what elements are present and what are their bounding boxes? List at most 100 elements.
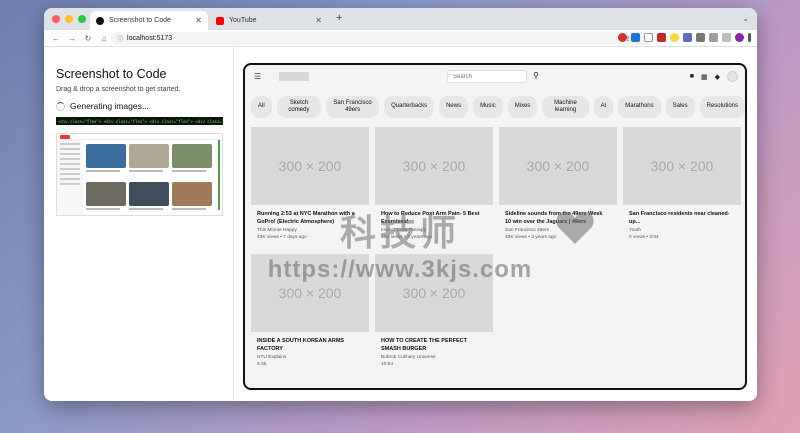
video-thumbnail[interactable]: 300 × 200 <box>251 127 369 205</box>
avatar[interactable] <box>727 71 738 82</box>
back-arrow-icon[interactable]: ← <box>52 34 60 43</box>
browser-toolbar: ← → ↻ ⌂ ⓘ localhost:5173 ⇪☆ <box>44 30 757 47</box>
video-meta: Impact Core Therapy 35K views • 3 years … <box>381 228 493 242</box>
puzzle-icon[interactable] <box>696 33 705 42</box>
video-meta: Bobrob Culinary Universe 10:54 <box>381 355 493 369</box>
video-stats: 0 views • 3:04 <box>629 235 659 241</box>
video-card[interactable]: 300 × 200 Running 2:53 at NYC Marathon w… <box>251 127 369 242</box>
chip-machine-learning[interactable]: Machine learning <box>542 96 589 118</box>
loading-spinner-icon <box>56 101 65 111</box>
watermark-heart-icon <box>556 211 594 244</box>
sidepanel-icon[interactable] <box>722 33 731 42</box>
header-actions: ■ ▦ ◆ <box>690 71 738 82</box>
video-meta: NTU Explains 5:35 <box>257 355 369 369</box>
extension-icon[interactable] <box>618 33 627 42</box>
generation-status: Generating images... <box>56 101 233 111</box>
video-card[interactable]: 300 × 200 San Francisco residents near c… <box>623 127 741 242</box>
chip-news[interactable]: News <box>439 96 469 118</box>
address-bar[interactable]: ⓘ localhost:5173 ⇪☆ <box>111 32 651 45</box>
close-tab-icon[interactable]: ✕ <box>315 16 322 25</box>
video-camera-icon[interactable]: ■ <box>690 73 694 80</box>
chip-ai[interactable]: AI <box>593 96 614 118</box>
video-title[interactable]: HOW TO CREATE THE PERFECT SMASH BURGER <box>381 338 485 353</box>
video-title[interactable]: INSIDE A SOUTH KOREAN ARMS FACTORY <box>257 338 361 353</box>
video-meta: This Minnie Happy 43K views • 7 days ago <box>257 228 369 242</box>
chip-music[interactable]: Music <box>473 96 503 118</box>
video-thumbnail[interactable]: 300 × 200 <box>375 127 493 205</box>
video-stats: 10:54 <box>381 362 394 368</box>
thumbnail-video <box>129 144 169 172</box>
video-card[interactable]: 300 × 200 HOW TO CREATE THE PERFECT SMAS… <box>375 254 493 369</box>
download-icon[interactable] <box>709 33 718 42</box>
chip-mixes[interactable]: Mixes <box>507 96 538 118</box>
video-card[interactable]: 300 × 200 How to Reduce Post Arm Pain- 5… <box>375 127 493 242</box>
minimize-window-button[interactable] <box>65 15 73 23</box>
tab-youtube[interactable]: YouTube ✕ <box>210 11 328 30</box>
channel-name[interactable]: Bobrob Culinary Universe <box>381 355 493 362</box>
thumbnail-video <box>86 144 126 172</box>
generated-preview: ☰ ⚲ ■ ▦ ◆ All Sketch comedy San Francisc… <box>243 63 747 390</box>
tab-title: Screenshot to Code <box>109 17 171 24</box>
video-thumbnail[interactable]: 300 × 200 <box>499 127 617 205</box>
tab-search-chevron-icon[interactable]: ⌄ <box>742 14 749 23</box>
extension-icon[interactable] <box>670 33 679 42</box>
video-title[interactable]: Running 2:53 at NYC Marathon with a GoPr… <box>257 211 361 226</box>
video-thumbnail[interactable]: 300 × 200 <box>251 254 369 332</box>
extension-icon[interactable] <box>644 33 653 42</box>
video-thumbnail[interactable]: 300 × 200 <box>375 254 493 332</box>
chip-san-francisco-49ers[interactable]: San Francisco 49ers <box>326 96 380 118</box>
extension-icon[interactable] <box>631 33 640 42</box>
search-icon[interactable]: ⚲ <box>533 71 539 80</box>
menu-icon[interactable] <box>748 33 751 42</box>
maximize-window-button[interactable] <box>78 15 86 23</box>
extension-icon[interactable] <box>683 33 692 42</box>
thumbnail-video <box>172 144 212 172</box>
video-meta: Youth 0 views • 3:04 <box>629 228 741 242</box>
url-text: localhost:5173 <box>127 35 173 42</box>
channel-name[interactable]: NTU Explains <box>257 355 369 362</box>
video-stats: 35K views • 3 years ago <box>381 235 433 241</box>
hamburger-menu-icon[interactable]: ☰ <box>254 72 261 81</box>
reload-icon[interactable]: ↻ <box>84 34 92 43</box>
video-card[interactable]: 300 × 200 INSIDE A SOUTH KOREAN ARMS FAC… <box>251 254 369 369</box>
chip-marathons[interactable]: Marathons <box>618 96 661 118</box>
notification-bell-icon[interactable]: ◆ <box>715 73 720 81</box>
forward-arrow-icon[interactable]: → <box>68 34 76 43</box>
new-tab-button[interactable]: + <box>336 12 342 24</box>
tab-bar: Screenshot to Code ✕ YouTube ✕ + ⌄ <box>44 8 757 30</box>
chip-quarterbacks[interactable]: Quarterbacks <box>384 96 435 118</box>
window-controls <box>52 15 86 23</box>
chip-sketch-comedy[interactable]: Sketch comedy <box>276 96 322 118</box>
video-title[interactable]: San Francisco residents near cleaned-up.… <box>629 211 733 226</box>
chip-all[interactable]: All <box>251 96 272 118</box>
apps-grid-icon[interactable]: ▦ <box>701 73 708 81</box>
extensions-area <box>618 33 751 42</box>
search-input[interactable] <box>447 70 527 83</box>
chip-resolutions[interactable]: Resolutions <box>699 96 745 118</box>
browser-window: Screenshot to Code ✕ YouTube ✕ + ⌄ ← → ↻… <box>44 8 757 401</box>
preview-header: ☰ ⚲ ■ ▦ ◆ <box>245 65 745 87</box>
video-thumbnail[interactable]: 300 × 200 <box>623 127 741 205</box>
video-stats: 43K views • 7 days ago <box>257 235 307 241</box>
page-content: Screenshot to Code Drag & drop a screens… <box>44 47 757 401</box>
video-stats: 5:35 <box>257 362 267 368</box>
close-tab-icon[interactable]: ✕ <box>195 16 202 25</box>
status-text: Generating images... <box>70 101 149 111</box>
profile-avatar[interactable] <box>735 33 744 42</box>
extension-icon[interactable] <box>657 33 666 42</box>
category-chips: All Sketch comedy San Francisco 49ers Qu… <box>251 96 745 118</box>
youtube-favicon-icon <box>216 16 224 25</box>
screenshot-thumbnail[interactable] <box>56 133 223 216</box>
logo-placeholder[interactable] <box>279 72 309 81</box>
video-title[interactable]: How to Reduce Post Arm Pain- 5 Best Exer… <box>381 211 485 226</box>
tab-screenshot-to-code[interactable]: Screenshot to Code ✕ <box>90 11 208 30</box>
tab-title: YouTube <box>229 17 257 24</box>
thumbnail-sidebar <box>57 140 83 215</box>
preview-panel: ☰ ⚲ ■ ▦ ◆ All Sketch comedy San Francisc… <box>234 47 757 401</box>
sidebar-panel: Screenshot to Code Drag & drop a screens… <box>44 47 234 401</box>
thumbnail-video <box>172 182 212 210</box>
home-icon[interactable]: ⌂ <box>100 34 108 43</box>
chip-sales[interactable]: Sales <box>665 96 695 118</box>
close-window-button[interactable] <box>52 15 60 23</box>
site-info-icon[interactable]: ⓘ <box>117 34 123 43</box>
